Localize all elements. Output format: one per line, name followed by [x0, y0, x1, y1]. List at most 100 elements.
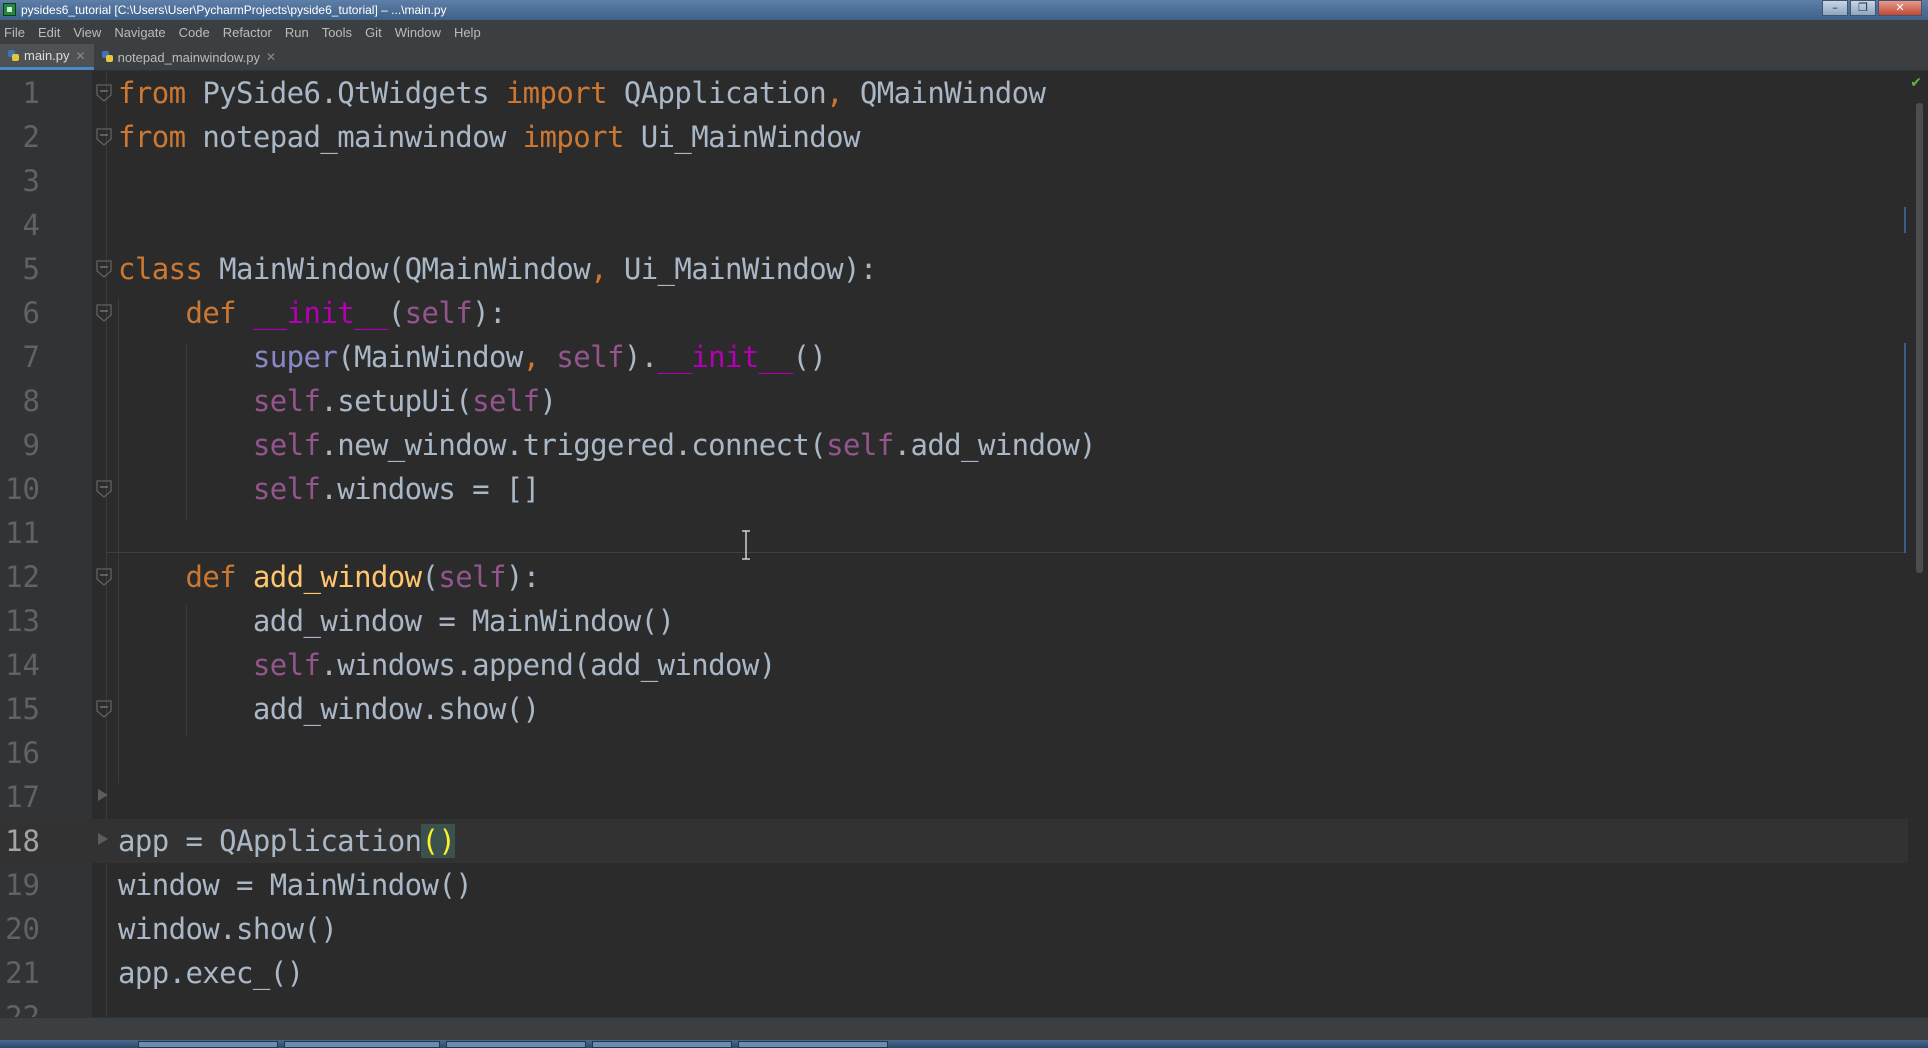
code-text[interactable]: from PySide6.QtWidgets import QApplicati…	[118, 71, 1046, 115]
menu-window[interactable]: Window	[395, 25, 441, 40]
maximize-button[interactable]: ❐	[1850, 0, 1876, 16]
change-marker[interactable]	[1904, 207, 1906, 233]
code-text[interactable]: add_window.show()	[118, 687, 540, 731]
code-line[interactable]: 2 from notepad_mainwindow import Ui_MainW…	[0, 115, 1908, 159]
code-line[interactable]: 17	[0, 775, 1908, 819]
line-number[interactable]: 2	[0, 115, 40, 159]
menu-view[interactable]: View	[73, 25, 101, 40]
close-button[interactable]: ✕	[1878, 0, 1922, 16]
close-tab-icon[interactable]: ✕	[266, 50, 276, 64]
vertical-scrollbar[interactable]: ✔	[1908, 71, 1928, 1017]
code-line[interactable]: 22	[0, 995, 1908, 1017]
fold-icon[interactable]	[96, 291, 114, 335]
fold-icon[interactable]	[96, 115, 114, 159]
line-number[interactable]: 21	[0, 951, 40, 995]
line-number[interactable]: 3	[0, 159, 40, 203]
menu-refactor[interactable]: Refactor	[223, 25, 272, 40]
code-text[interactable]: self.windows = []	[118, 467, 540, 511]
line-number[interactable]: 18	[0, 819, 40, 863]
code-line[interactable]: 12 def add_window(self):	[0, 555, 1908, 599]
code-line[interactable]: 14 self.windows.append(add_window)	[0, 643, 1908, 687]
tab-main-py[interactable]: main.py ✕	[0, 44, 94, 70]
code-line[interactable]: 9 self.new_window.triggered.connect(self…	[0, 423, 1908, 467]
code-line[interactable]: 11	[0, 511, 1908, 555]
line-number[interactable]: 19	[0, 863, 40, 907]
code-text[interactable]: super(MainWindow, self).__init__()	[118, 335, 827, 379]
line-number[interactable]: 16	[0, 731, 40, 775]
tab-notepad-mainwindow-py[interactable]: notepad_mainwindow.py ✕	[94, 44, 284, 70]
code-line[interactable]: 19 window = MainWindow()	[0, 863, 1908, 907]
line-number[interactable]: 4	[0, 203, 40, 247]
code-text[interactable]: self.setupUi(self)	[118, 379, 557, 423]
fold-icon[interactable]	[96, 467, 114, 511]
line-number[interactable]: 12	[0, 555, 40, 599]
menu-tools[interactable]: Tools	[322, 25, 352, 40]
code-line[interactable]: 6 def __init__(self):	[0, 291, 1908, 335]
code-text[interactable]: self.new_window.triggered.connect(self.a…	[118, 423, 1097, 467]
code-text[interactable]: def __init__(self):	[118, 291, 506, 335]
fold-icon[interactable]	[96, 819, 114, 863]
fold-icon[interactable]	[96, 687, 114, 731]
line-number[interactable]: 22	[0, 995, 40, 1017]
fold-icon[interactable]	[96, 247, 114, 291]
menu-navigate[interactable]: Navigate	[114, 25, 165, 40]
line-number[interactable]: 5	[0, 247, 40, 291]
taskbar-button[interactable]	[738, 1041, 888, 1048]
line-number[interactable]: 6	[0, 291, 40, 335]
line-number[interactable]: 13	[0, 599, 40, 643]
taskbar-button[interactable]	[592, 1041, 732, 1048]
code-line[interactable]: 1 from PySide6.QtWidgets import QApplicat…	[0, 71, 1908, 115]
code-line[interactable]: 20 window.show()	[0, 907, 1908, 951]
code-line[interactable]: 5 class MainWindow(QMainWindow, Ui_MainWi…	[0, 247, 1908, 291]
close-tab-icon[interactable]: ✕	[76, 49, 86, 63]
minimize-button[interactable]: –	[1822, 0, 1848, 16]
code-text[interactable]: add_window = MainWindow()	[118, 599, 675, 643]
code-token: from	[118, 76, 203, 110]
code-text[interactable]: class MainWindow(QMainWindow, Ui_MainWin…	[118, 247, 877, 291]
code-text[interactable]: app.exec_()	[118, 951, 304, 995]
fold-icon[interactable]	[96, 555, 114, 599]
code-line[interactable]: 8 self.setupUi(self)	[0, 379, 1908, 423]
code-text[interactable]: window = MainWindow()	[118, 863, 473, 907]
line-number[interactable]: 14	[0, 643, 40, 687]
code-line[interactable]: 3	[0, 159, 1908, 203]
menu-code[interactable]: Code	[179, 25, 210, 40]
code-line[interactable]: 7 super(MainWindow, self).__init__()	[0, 335, 1908, 379]
taskbar-button[interactable]	[138, 1041, 278, 1048]
code-text[interactable]: def add_window(self):	[118, 555, 540, 599]
line-number[interactable]: 7	[0, 335, 40, 379]
code-text[interactable]: window.show()	[118, 907, 338, 951]
line-number[interactable]: 8	[0, 379, 40, 423]
code-line[interactable]: 13 add_window = MainWindow()	[0, 599, 1908, 643]
scroll-thumb[interactable]	[1916, 103, 1923, 573]
line-number[interactable]: 20	[0, 907, 40, 951]
check-icon[interactable]: ✔	[1910, 75, 1922, 91]
line-number[interactable]: 9	[0, 423, 40, 467]
change-marker[interactable]	[1904, 473, 1906, 553]
fold-icon[interactable]	[96, 775, 114, 819]
code-editor[interactable]: 1 from PySide6.QtWidgets import QApplicat…	[0, 71, 1928, 1017]
code-text[interactable]: app = QApplication()	[118, 819, 456, 863]
menu-git[interactable]: Git	[365, 25, 382, 40]
menu-file[interactable]: File	[4, 25, 25, 40]
code-line[interactable]: 18 app = QApplication()	[0, 819, 1908, 863]
change-marker[interactable]	[1904, 343, 1906, 477]
line-number[interactable]: 15	[0, 687, 40, 731]
line-number[interactable]: 10	[0, 467, 40, 511]
code-line[interactable]: 15 add_window.show()	[0, 687, 1908, 731]
menu-help[interactable]: Help	[454, 25, 481, 40]
code-line[interactable]: 16	[0, 731, 1908, 775]
code-line[interactable]: 10 self.windows = []	[0, 467, 1908, 511]
code-text[interactable]: self.windows.append(add_window)	[118, 643, 776, 687]
fold-icon[interactable]	[96, 71, 114, 115]
taskbar-button[interactable]	[284, 1041, 440, 1048]
menu-run[interactable]: Run	[285, 25, 309, 40]
line-number[interactable]: 17	[0, 775, 40, 819]
taskbar-button[interactable]	[446, 1041, 586, 1048]
code-line[interactable]: 4	[0, 203, 1908, 247]
line-number[interactable]: 11	[0, 511, 40, 555]
code-line[interactable]: 21 app.exec_()	[0, 951, 1908, 995]
menu-edit[interactable]: Edit	[38, 25, 60, 40]
code-text[interactable]: from notepad_mainwindow import Ui_MainWi…	[118, 115, 860, 159]
line-number[interactable]: 1	[0, 71, 40, 115]
